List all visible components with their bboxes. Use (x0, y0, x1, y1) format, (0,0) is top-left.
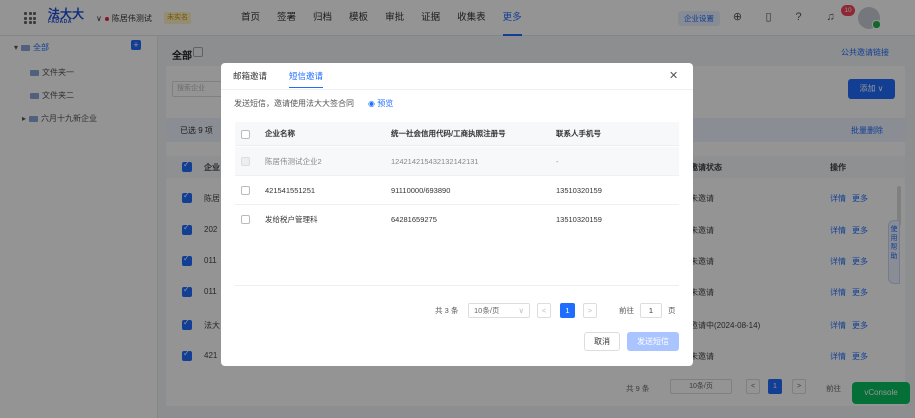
prev-page-button[interactable]: < (537, 303, 551, 318)
table-row: 陈居伟测试企业2 124214215432132142131 - (235, 147, 679, 176)
phone-cell: 13510320159 (556, 186, 602, 195)
invite-dialog: 邮箱邀请 短信邀请 ✕ 发送短信，邀请使用法大大签合同 ◉ 预览 企业名称 统一… (221, 63, 693, 366)
table-row: 421541551251 91110000/693890 13510320159 (235, 176, 679, 205)
divider (235, 285, 679, 286)
page-number[interactable]: 1 (560, 303, 575, 318)
table-row: 发给税户管理科 64281659275 13510320159 (235, 205, 679, 234)
cancel-button[interactable]: 取消 (584, 332, 620, 351)
page-size-select[interactable]: 10条/页 ∨ (468, 303, 530, 318)
table-header: 企业名称 统一社会信用代码/工商执照注册号 联系人手机号 (235, 122, 679, 146)
page-size-value: 10条/页 (474, 306, 500, 315)
company-name-cell: 陈居伟测试企业2 (265, 157, 322, 166)
company-name-cell: 发给税户管理科 (265, 215, 318, 224)
company-name-cell: 421541551251 (265, 186, 316, 195)
phone-cell: - (556, 157, 559, 166)
invite-tabs: 邮箱邀请 短信邀请 (233, 69, 324, 88)
preview-label: 预览 (377, 99, 394, 108)
column-header: 联系人手机号 (556, 129, 601, 138)
column-header: 企业名称 (265, 129, 295, 138)
tab-email-invite[interactable]: 邮箱邀请 (233, 69, 267, 83)
row-checkbox[interactable] (241, 186, 250, 195)
row-checkbox (241, 157, 250, 166)
total-count: 共 3 条 (435, 306, 459, 315)
eye-icon: ◉ (368, 99, 378, 108)
next-page-button[interactable]: > (583, 303, 597, 318)
close-icon[interactable]: ✕ (669, 69, 678, 82)
row-checkbox[interactable] (241, 215, 250, 224)
credit-code-cell: 91110000/693890 (391, 186, 451, 195)
send-sms-button[interactable]: 发送短信 (627, 332, 679, 351)
credit-code-cell: 124214215432132142131 (391, 157, 479, 166)
select-all-checkbox[interactable] (241, 130, 250, 139)
goto-label: 前往 (619, 306, 634, 315)
preview-link[interactable]: ◉ 预览 (368, 98, 393, 109)
column-header: 统一社会信用代码/工商执照注册号 (391, 129, 506, 138)
chevron-down-icon: ∨ (518, 306, 525, 315)
page-unit-label: 页 (668, 306, 676, 315)
tab-sms-invite[interactable]: 短信邀请 (289, 69, 324, 88)
phone-cell: 13510320159 (556, 215, 602, 224)
page-jump-input[interactable]: 1 (640, 303, 662, 318)
divider (221, 89, 693, 90)
sms-hint: 发送短信，邀请使用法大大签合同 (234, 99, 354, 108)
credit-code-cell: 64281659275 (391, 215, 437, 224)
